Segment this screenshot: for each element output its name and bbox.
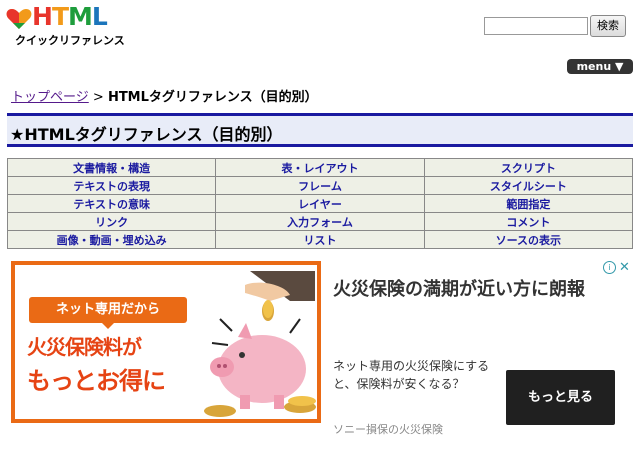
site-logo[interactable]: HTML クイックリファレンス <box>6 2 125 47</box>
nav-link[interactable]: 画像・動画・埋め込み <box>57 234 167 247</box>
nav-link[interactable]: 文書情報・構造 <box>73 162 150 175</box>
nav-cell[interactable]: 文書情報・構造 <box>6 158 217 177</box>
nav-cell[interactable]: リスト <box>215 230 425 249</box>
nav-link[interactable]: テキストの意味 <box>73 198 150 211</box>
ad-body-text: ネット専用の火災保険にすると、保険料が安くなる？ <box>333 359 490 391</box>
search-button[interactable]: 検索 <box>590 15 626 37</box>
logo-subtitle: クイックリファレンス <box>15 34 125 47</box>
nav-link[interactable]: コメント <box>506 216 550 229</box>
nav-link[interactable]: ソースの表示 <box>496 234 561 247</box>
breadcrumb-home-link[interactable]: トップページ <box>11 90 89 105</box>
close-icon[interactable]: ✕ <box>619 261 630 275</box>
breadcrumb-current: HTMLタグリファレンス（目的別） <box>107 90 318 105</box>
nav-link[interactable]: テキストの表現 <box>73 180 150 193</box>
info-icon[interactable]: i <box>603 261 616 274</box>
ad-main-line2: もっとお得に <box>27 367 166 395</box>
nav-cell[interactable]: フレーム <box>215 176 425 195</box>
menu-button[interactable]: menu ▼ <box>567 59 633 74</box>
nav-link[interactable]: レイヤー <box>298 198 342 211</box>
nav-cell[interactable]: 表・レイアウト <box>215 158 425 177</box>
table-row: リンク 入力フォーム コメント <box>6 212 634 231</box>
ad-headline[interactable]: 火災保険の満期が近い方に朗報 <box>333 275 585 301</box>
ad-main-line1: 火災保険料が <box>27 335 142 359</box>
ad-image[interactable]: ネット専用だから 火災保険料が もっとお得に <box>11 261 321 423</box>
heart-icon <box>6 9 32 29</box>
nav-link[interactable]: 表・レイアウト <box>281 162 358 175</box>
nav-cell[interactable]: コメント <box>423 212 634 231</box>
nav-cell[interactable]: スタイルシート <box>423 176 634 195</box>
nav-link[interactable]: フレーム <box>298 180 342 193</box>
nav-link[interactable]: スクリプト <box>501 162 556 175</box>
nav-cell[interactable]: 範囲指定 <box>423 194 634 213</box>
nav-link[interactable]: スタイルシート <box>490 180 567 193</box>
ad-cta-button[interactable]: もっと見る <box>506 370 615 425</box>
breadcrumb: トップページ > HTMLタグリファレンス（目的別） <box>11 86 318 105</box>
nav-cell[interactable]: 入力フォーム <box>215 212 425 231</box>
table-row: 画像・動画・埋め込み リスト ソースの表示 <box>6 230 634 249</box>
nav-cell[interactable]: リンク <box>6 212 217 231</box>
table-row: 文書情報・構造 表・レイアウト スクリプト <box>6 158 634 177</box>
nav-link[interactable]: リンク <box>95 216 128 229</box>
table-row: テキストの表現 フレーム スタイルシート <box>6 176 634 195</box>
nav-cell[interactable]: 画像・動画・埋め込み <box>6 230 217 249</box>
nav-cell[interactable]: テキストの意味 <box>6 194 217 213</box>
advertisement[interactable]: ネット専用だから 火災保険料が もっとお得に 火災保険の満期が近い方に朗報 ネッ… <box>11 261 633 451</box>
nav-cell[interactable]: テキストの表現 <box>6 176 217 195</box>
page-title-bar: ★HTMLタグリファレンス（目的別） <box>7 113 633 147</box>
category-nav-table: 文書情報・構造 表・レイアウト スクリプト テキストの表現 フレーム スタイルシ… <box>6 158 634 249</box>
piggy-bank-illustration <box>204 271 316 417</box>
page-title: ★HTMLタグリファレンス（目的別） <box>10 125 283 144</box>
nav-link[interactable]: 範囲指定 <box>506 198 550 211</box>
ad-source: ソニー損保の火災保険 <box>333 423 443 436</box>
nav-link[interactable]: リスト <box>303 234 336 247</box>
search-input[interactable] <box>484 17 588 35</box>
nav-link[interactable]: 入力フォーム <box>287 216 353 229</box>
logo-wordmark: HTML <box>32 2 108 31</box>
nav-cell[interactable]: レイヤー <box>215 194 425 213</box>
nav-cell[interactable]: スクリプト <box>423 158 634 177</box>
nav-cell[interactable]: ソースの表示 <box>423 230 634 249</box>
breadcrumb-separator: > <box>92 90 104 105</box>
table-row: テキストの意味 レイヤー 範囲指定 <box>6 194 634 213</box>
ad-badge: ネット専用だから <box>29 297 187 329</box>
